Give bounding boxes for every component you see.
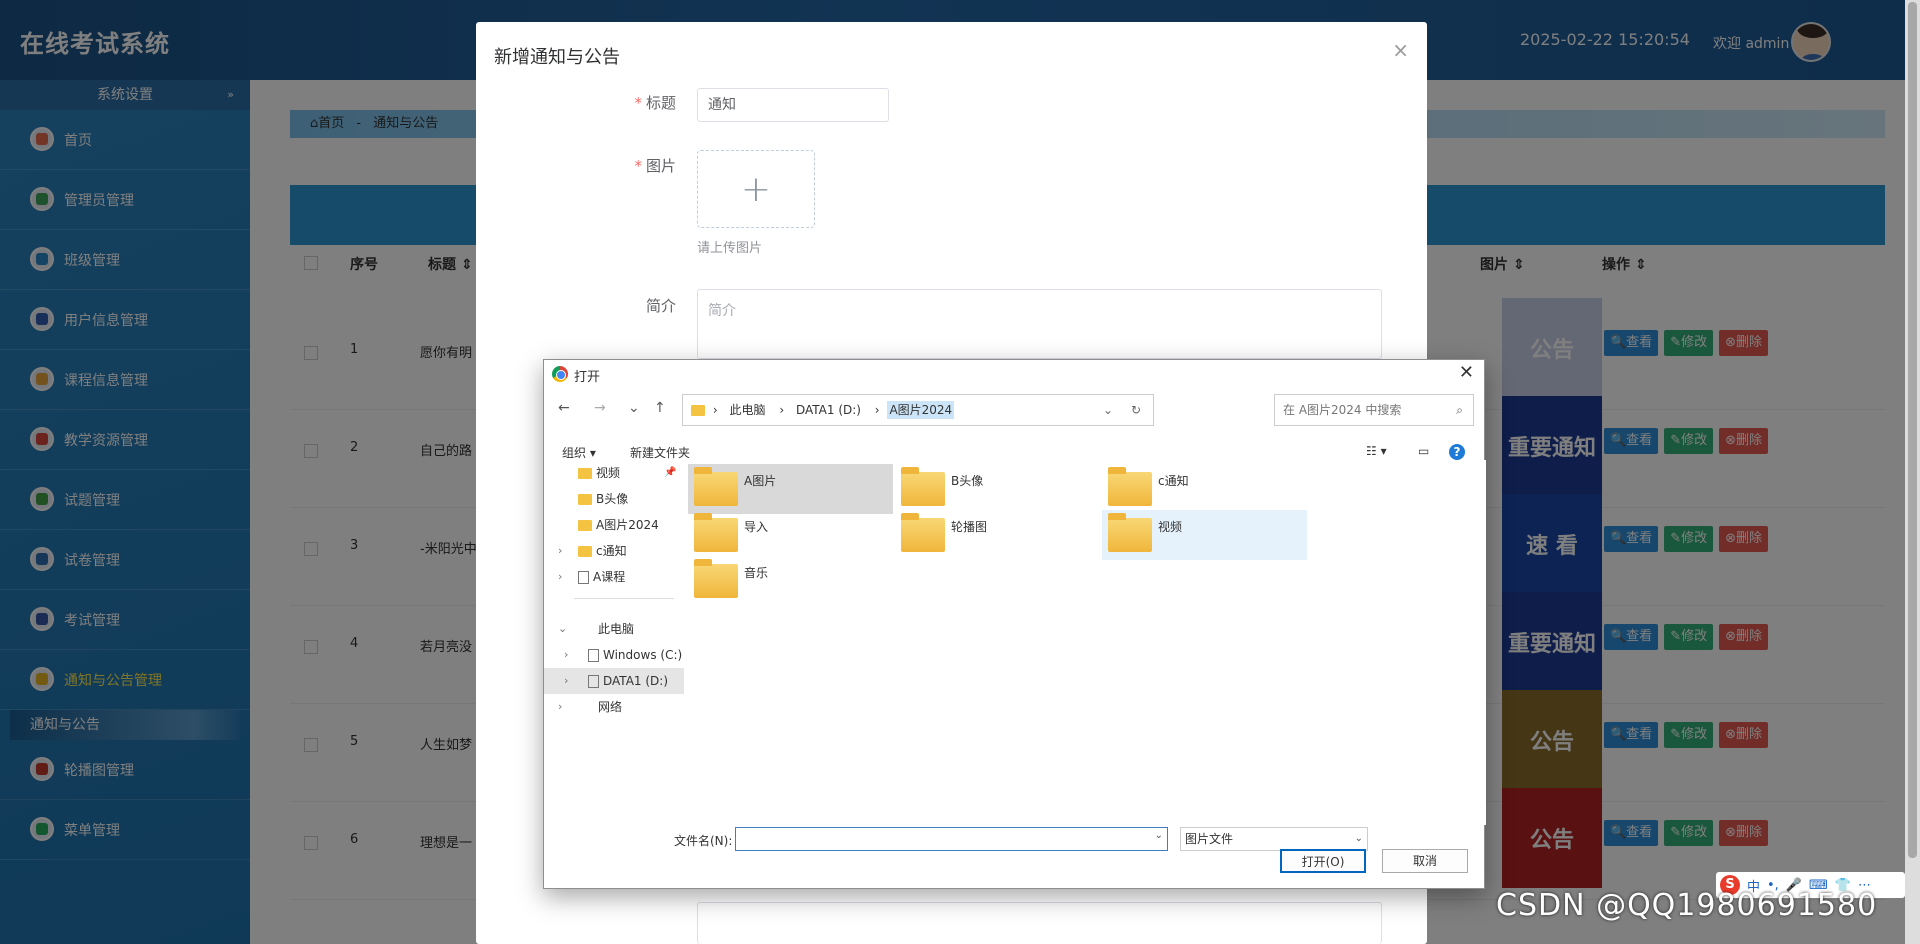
- title-label: * 标题: [634, 94, 676, 112]
- chevron-down-icon[interactable]: ⌄: [1155, 830, 1163, 841]
- image-upload-box[interactable]: +: [697, 150, 815, 228]
- expand-icon[interactable]: ›: [558, 564, 562, 590]
- expand-icon[interactable]: ›: [558, 694, 562, 720]
- filename-label: 文件名(N):: [674, 834, 733, 848]
- address-bar[interactable]: › 此电脑 › DATA1 (D:) › A图片2024 ⌄ ↻: [682, 394, 1154, 426]
- chevron-down-icon[interactable]: ⌄: [1355, 828, 1363, 850]
- folder-item[interactable]: 轮播图: [895, 510, 1100, 560]
- search-input[interactable]: 在 A图片2024 中搜索 ⌕: [1274, 394, 1474, 426]
- tree-separator: [574, 598, 674, 599]
- tree-node[interactable]: › A课程: [544, 564, 684, 590]
- folder-icon: [578, 546, 592, 557]
- folder-icon: [578, 468, 592, 479]
- forward-arrow-icon[interactable]: →: [594, 400, 606, 416]
- cancel-button[interactable]: 取消: [1382, 849, 1468, 873]
- folder-item[interactable]: A图片: [688, 464, 893, 514]
- editor-area[interactable]: [697, 902, 1382, 944]
- new-folder-button[interactable]: 新建文件夹: [630, 444, 690, 461]
- path-data1[interactable]: DATA1 (D:): [796, 403, 861, 417]
- dialog-title: 打开: [574, 370, 601, 385]
- close-icon[interactable]: ×: [1392, 38, 1409, 62]
- page-scrollbar[interactable]: [1905, 0, 1920, 944]
- folder-icon: [1108, 513, 1152, 552]
- path-current[interactable]: A图片2024: [887, 401, 955, 419]
- tree-node[interactable]: B头像: [544, 486, 684, 512]
- organize-button[interactable]: 组织 ▾: [562, 444, 596, 461]
- folder-item[interactable]: 导入: [688, 510, 893, 560]
- back-arrow-icon[interactable]: ←: [558, 400, 570, 416]
- file-open-dialog: 打开 ✕ ← → ⌄ ↑ › 此电脑 › DATA1 (D:) › A图片202…: [543, 359, 1486, 889]
- modal-title: 新增通知与公告: [494, 47, 620, 68]
- folder-icon: [1108, 467, 1152, 506]
- image-label: * 图片: [634, 157, 676, 175]
- chevron-down-icon[interactable]: ⌄: [1103, 395, 1113, 425]
- expand-icon[interactable]: ›: [558, 538, 562, 564]
- expand-icon[interactable]: ⌄: [558, 616, 567, 642]
- view-options-icon[interactable]: ☷ ▾: [1366, 444, 1387, 458]
- intro-textarea[interactable]: 简介: [697, 289, 1382, 359]
- upload-hint: 请上传图片: [697, 241, 763, 256]
- folder-icon: [578, 520, 592, 531]
- search-icon[interactable]: ⌕: [1456, 395, 1463, 425]
- dialog-titlebar: 打开 ✕: [544, 360, 1484, 388]
- preview-pane-icon[interactable]: ▭: [1418, 444, 1429, 458]
- tree-node[interactable]: ⌄ 此电脑: [544, 616, 684, 642]
- path-this-pc[interactable]: 此电脑: [729, 403, 765, 417]
- open-button[interactable]: 打开(O): [1280, 849, 1366, 873]
- up-arrow-icon[interactable]: ↑: [654, 400, 666, 416]
- file-icon: [578, 571, 589, 584]
- folder-icon: [901, 513, 945, 552]
- app-window: 在线考试系统 2025-02-22 15:20:54 欢迎 admin 系统设置…: [0, 0, 1905, 944]
- help-icon[interactable]: ?: [1449, 444, 1465, 460]
- tree-node[interactable]: › c通知: [544, 538, 684, 564]
- tree-node[interactable]: › DATA1 (D:): [544, 668, 684, 694]
- filename-input[interactable]: ⌄: [735, 827, 1168, 851]
- folder-icon: [691, 405, 705, 416]
- folder-item[interactable]: B头像: [895, 464, 1100, 514]
- folder-item[interactable]: 视频: [1102, 510, 1307, 560]
- folder-icon: [694, 467, 738, 506]
- tree-node[interactable]: › 网络: [544, 694, 684, 720]
- watermark: CSDN @QQ1980691580: [1496, 888, 1878, 923]
- folder-content-area: A图片 B头像 c通知导入 轮播图 视频音乐: [684, 460, 1486, 825]
- recent-locations-icon[interactable]: ⌄: [628, 400, 640, 416]
- title-input[interactable]: 通知: [697, 88, 889, 122]
- tree-node[interactable]: › Windows (C:): [544, 642, 684, 668]
- close-icon[interactable]: ✕: [1459, 362, 1474, 383]
- tree-node[interactable]: 视频 📌: [544, 460, 684, 486]
- drive-icon: [588, 649, 599, 662]
- folder-item[interactable]: 音乐: [688, 556, 893, 606]
- navigation-tree: 视频 📌 B头像 A图片2024 › c通知 › A课程 ⌄ 此电脑 › Windows (C:) › D…: [544, 460, 684, 825]
- intro-label: 简介: [645, 297, 676, 315]
- pin-icon[interactable]: 📌: [664, 460, 676, 486]
- refresh-icon[interactable]: ↻: [1131, 395, 1141, 425]
- expand-icon[interactable]: ›: [564, 668, 568, 694]
- filetype-select[interactable]: 图片文件 ⌄: [1180, 827, 1368, 851]
- folder-icon: [694, 559, 738, 598]
- folder-item[interactable]: c通知: [1102, 464, 1307, 514]
- folder-icon: [694, 513, 738, 552]
- folder-icon: [578, 494, 592, 505]
- expand-icon[interactable]: ›: [564, 642, 568, 668]
- drive-icon: [588, 675, 599, 688]
- folder-icon: [901, 467, 945, 506]
- tree-node[interactable]: A图片2024: [544, 512, 684, 538]
- chrome-icon: [552, 366, 568, 382]
